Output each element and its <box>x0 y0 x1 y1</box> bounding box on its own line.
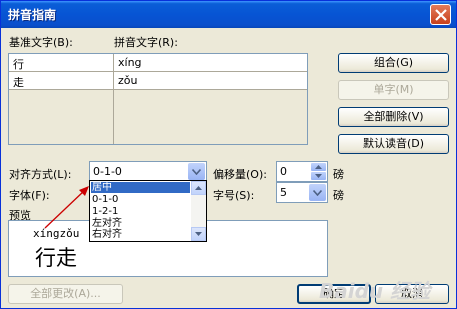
alignment-option[interactable]: 右对齐 <box>91 229 190 240</box>
chevron-up-icon <box>195 186 202 190</box>
offset-down-button[interactable] <box>311 172 326 180</box>
grid-row: 走 zǒu <box>9 72 307 90</box>
alignment-options-list: 居中 0-1-0 1-2-1 左对齐 右对齐 <box>89 180 207 242</box>
size-dropdown-button[interactable] <box>309 184 326 201</box>
chevron-down-icon <box>313 190 322 196</box>
pinyin-text-cell[interactable]: zǒu <box>114 72 307 90</box>
offset-stepper[interactable]: 0 <box>276 161 328 182</box>
size-label: 字号(S): <box>213 189 255 202</box>
group-button[interactable]: 组合(G) <box>338 53 449 73</box>
base-text-cell[interactable]: 行 <box>9 54 114 72</box>
grid-row: 行 xíng <box>9 54 307 72</box>
close-button[interactable] <box>430 4 451 25</box>
single-char-button[interactable]: 单字(M) <box>338 80 449 100</box>
offset-value: 0 <box>280 165 287 178</box>
offset-up-button[interactable] <box>311 163 326 171</box>
delete-all-button[interactable]: 全部删除(V) <box>338 107 449 127</box>
alignment-option[interactable]: 1-2-1 <box>91 206 190 217</box>
base-text-cell[interactable]: 走 <box>9 72 114 90</box>
close-icon <box>435 9 447 21</box>
pinyin-text-cell <box>114 126 307 144</box>
title-bar: 拼音指南 <box>1 1 456 28</box>
alignment-option[interactable]: 居中 <box>91 182 190 193</box>
pinyin-text-cell[interactable]: xíng <box>114 54 307 72</box>
size-value: 5 <box>280 186 287 199</box>
scroll-up-button[interactable] <box>191 181 206 195</box>
chevron-up-icon <box>315 165 322 169</box>
change-all-button[interactable]: 全部更改(A)... <box>8 284 123 304</box>
chevron-down-icon <box>195 232 202 236</box>
alignment-select[interactable]: 0-1-0 <box>89 161 207 182</box>
options-scrollbar[interactable] <box>191 181 206 241</box>
chevron-down-icon <box>315 174 322 178</box>
window-title: 拼音指南 <box>8 8 57 22</box>
base-text-cell <box>9 108 114 126</box>
grid-row <box>9 90 307 108</box>
default-reading-button[interactable]: 默认读音(D) <box>338 134 449 154</box>
offset-unit: 磅 <box>333 168 344 181</box>
base-text-cell <box>9 90 114 108</box>
annotation-arrow <box>44 186 89 229</box>
alignment-dropdown-button[interactable] <box>188 163 205 180</box>
scroll-down-button[interactable] <box>191 227 206 241</box>
preview-base-text: 行走 <box>35 246 77 270</box>
alignment-option[interactable]: 0-1-0 <box>91 194 190 205</box>
grid-row <box>9 126 307 144</box>
size-unit: 磅 <box>333 189 344 202</box>
pinyin-text-cell <box>114 90 307 108</box>
pinyin-guide-dialog: 拼音指南 基准文字(B): 拼音文字(R): 行 xíng 走 zǒu 组合(G… <box>0 0 457 309</box>
size-select[interactable]: 5 <box>276 182 328 203</box>
base-text-cell <box>9 126 114 144</box>
base-text-label: 基准文字(B): <box>9 36 73 49</box>
pinyin-text-cell <box>114 108 307 126</box>
alignment-value: 0-1-0 <box>93 165 122 178</box>
chevron-down-icon <box>192 169 201 175</box>
alignment-option[interactable]: 左对齐 <box>91 218 190 229</box>
watermark: Baidu 经验 <box>319 279 431 303</box>
pinyin-grid: 行 xíng 走 zǒu <box>8 53 308 145</box>
offset-label: 偏移量(O): <box>213 168 267 181</box>
grid-row <box>9 108 307 126</box>
pinyin-text-label: 拼音文字(R): <box>114 36 178 49</box>
alignment-label: 对齐方式(L): <box>9 168 72 181</box>
